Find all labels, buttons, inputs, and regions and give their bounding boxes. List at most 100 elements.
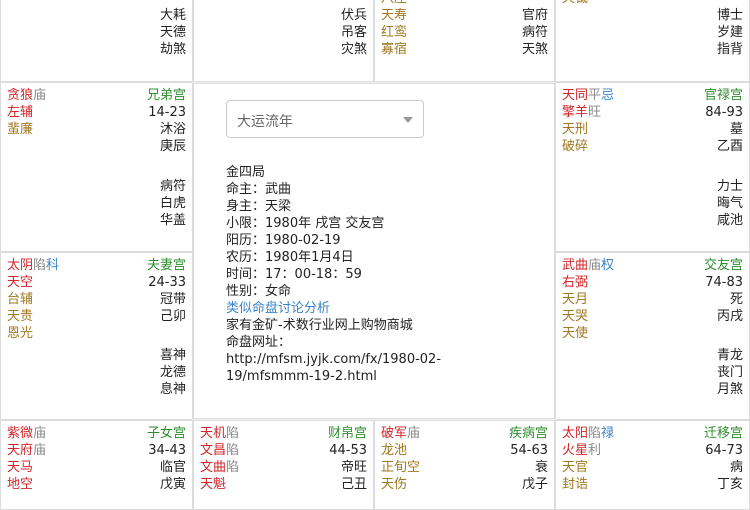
star-brightness: 庙 xyxy=(33,443,47,458)
info-line: 性别：女命 xyxy=(226,284,292,299)
star-line: 天月 xyxy=(562,291,614,308)
star-line: 地空 xyxy=(7,476,46,493)
star-name: 破军 xyxy=(381,426,408,441)
star-line: 封诰 xyxy=(562,476,614,493)
god-line: 博士 xyxy=(716,8,743,23)
god-line: 灾煞 xyxy=(340,42,367,57)
star-line: 文曲陷 xyxy=(200,459,239,476)
stem-branch: 丁亥 xyxy=(716,477,743,492)
star-name: 天魁 xyxy=(200,477,227,492)
god-line: 白虎 xyxy=(159,196,186,211)
star-name: 地空 xyxy=(7,477,34,492)
star-line: 天马 xyxy=(7,459,46,476)
palace-cell-wealth: 天机陷 文昌陷 文曲陷 天魁 财帛宫 44-53 帝旺 己丑 xyxy=(193,420,374,510)
age-range: 24-33 xyxy=(148,275,186,290)
palace-cell-spouse: 太阴陷科 天空 台辅 天贵 恩光 夫妻宫 24-33 冠带 己卯 喜神 龙德 息… xyxy=(0,252,193,420)
star-line: 天使 xyxy=(562,325,614,342)
info-line: 家有金矿-术数行业网上购物商城 xyxy=(226,318,413,333)
star-brightness: 陷 xyxy=(226,426,240,441)
fortune-period-select[interactable]: 大运流年 xyxy=(226,100,424,138)
life-stage: 临官 xyxy=(159,460,186,475)
star-line: 天哭 xyxy=(562,308,614,325)
star-name: 天月 xyxy=(562,292,589,307)
god-line: 天德 xyxy=(159,25,186,40)
life-stage: 病 xyxy=(729,460,743,475)
select-label: 大运流年 xyxy=(237,114,293,130)
star-line: 天刑 xyxy=(562,121,614,138)
star-name: 正旬空 xyxy=(381,460,421,475)
god-line: 病符 xyxy=(521,25,548,40)
star-line: 太阴陷科 xyxy=(7,257,59,274)
star-name: 天同 xyxy=(562,88,589,103)
stem-branch: 丙戌 xyxy=(716,309,743,324)
star-line: 天府庙 xyxy=(7,442,46,459)
life-stage: 死 xyxy=(729,292,743,307)
star-line: 太阳陷禄 xyxy=(562,425,614,442)
star-name: 破碎 xyxy=(562,139,589,154)
palace-cell-top-4: 天钺 博士 岁建 指背 xyxy=(555,0,750,82)
star-line: 擎羊旺 xyxy=(562,104,614,121)
god-line: 大耗 xyxy=(159,8,186,23)
star-name: 红鸾 xyxy=(381,25,408,40)
star-line: 龙池 xyxy=(381,442,420,459)
star-name: 文昌 xyxy=(200,443,227,458)
palace-name: 子女宫 xyxy=(146,426,186,441)
palace-cell-friends: 武曲庙权 右弼 天月 天哭 天使 交友宫 74-83 死 丙戌 青龙 丧门 月煞 xyxy=(555,252,750,420)
god-line: 官府 xyxy=(521,8,548,23)
star-line: 台辅 xyxy=(7,291,59,308)
age-range: 64-73 xyxy=(705,443,743,458)
star-brightness: 陷 xyxy=(588,426,602,441)
star-name: 天寿 xyxy=(381,8,408,23)
god-line: 岁建 xyxy=(716,25,743,40)
star-brightness: 陷 xyxy=(33,258,47,273)
age-range: 54-63 xyxy=(510,443,548,458)
palace-cell-top-3: 八座 天寿 红鸾 寡宿 官府 病符 天煞 xyxy=(374,0,555,82)
star-line: 火星利 xyxy=(562,442,614,459)
info-line: 农历：1980年1月4日 xyxy=(226,250,354,265)
star-name: 天官 xyxy=(562,460,589,475)
age-range: 74-83 xyxy=(705,275,743,290)
star-line: 右弼 xyxy=(562,274,614,291)
god-line: 喜神 xyxy=(159,348,186,363)
star-brightness: 庙 xyxy=(33,426,47,441)
star-transform: 科 xyxy=(46,258,60,273)
life-stage: 冠带 xyxy=(159,292,186,307)
star-name: 天马 xyxy=(7,460,34,475)
star-line: 天贵 xyxy=(7,308,59,325)
palace-cell-children: 紫微庙 天府庙 天马 地空 子女宫 34-43 临官 戊寅 xyxy=(0,420,193,510)
star-name: 恩光 xyxy=(7,326,34,341)
star-name: 紫微 xyxy=(7,426,34,441)
star-line: 破军庙 xyxy=(381,425,420,442)
palace-name: 疾病宫 xyxy=(508,426,548,441)
star-transform: 禄 xyxy=(601,426,615,441)
star-name: 太阴 xyxy=(7,258,34,273)
star-name: 龙池 xyxy=(381,443,408,458)
god-line: 病符 xyxy=(159,179,186,194)
star-line: 正旬空 xyxy=(381,459,420,476)
star-brightness: 平 xyxy=(588,88,602,103)
discussion-link[interactable]: 类似命盘讨论分析 xyxy=(226,300,441,317)
chart-url-line: http://mfsm.jyjk.com/fx/1980-02- xyxy=(226,352,442,367)
god-line: 息神 xyxy=(159,382,186,397)
god-line: 月煞 xyxy=(716,382,743,397)
star-line: 天同平忌 xyxy=(562,87,614,104)
info-line: 金四局 xyxy=(226,165,266,180)
star-brightness: 陷 xyxy=(226,443,240,458)
star-name: 天空 xyxy=(7,275,34,290)
star-line: 天魁 xyxy=(200,476,239,493)
age-range: 14-23 xyxy=(148,105,186,120)
star-line: 破碎 xyxy=(562,138,614,155)
star-name: 八座 xyxy=(381,0,407,7)
god-line: 力士 xyxy=(716,179,743,194)
star-name: 天钺 xyxy=(562,0,588,7)
star-name: 擎羊 xyxy=(562,105,589,120)
god-line: 天煞 xyxy=(521,42,548,57)
star-name: 天机 xyxy=(200,426,227,441)
star-name: 天伤 xyxy=(381,477,408,492)
star-name: 贪狼 xyxy=(7,88,34,103)
palace-name: 夫妻宫 xyxy=(146,258,186,273)
info-line: 命盘网址： xyxy=(226,335,292,350)
god-line: 劫煞 xyxy=(159,42,186,57)
star-brightness: 旺 xyxy=(588,105,602,120)
star-name: 天贵 xyxy=(7,309,34,324)
